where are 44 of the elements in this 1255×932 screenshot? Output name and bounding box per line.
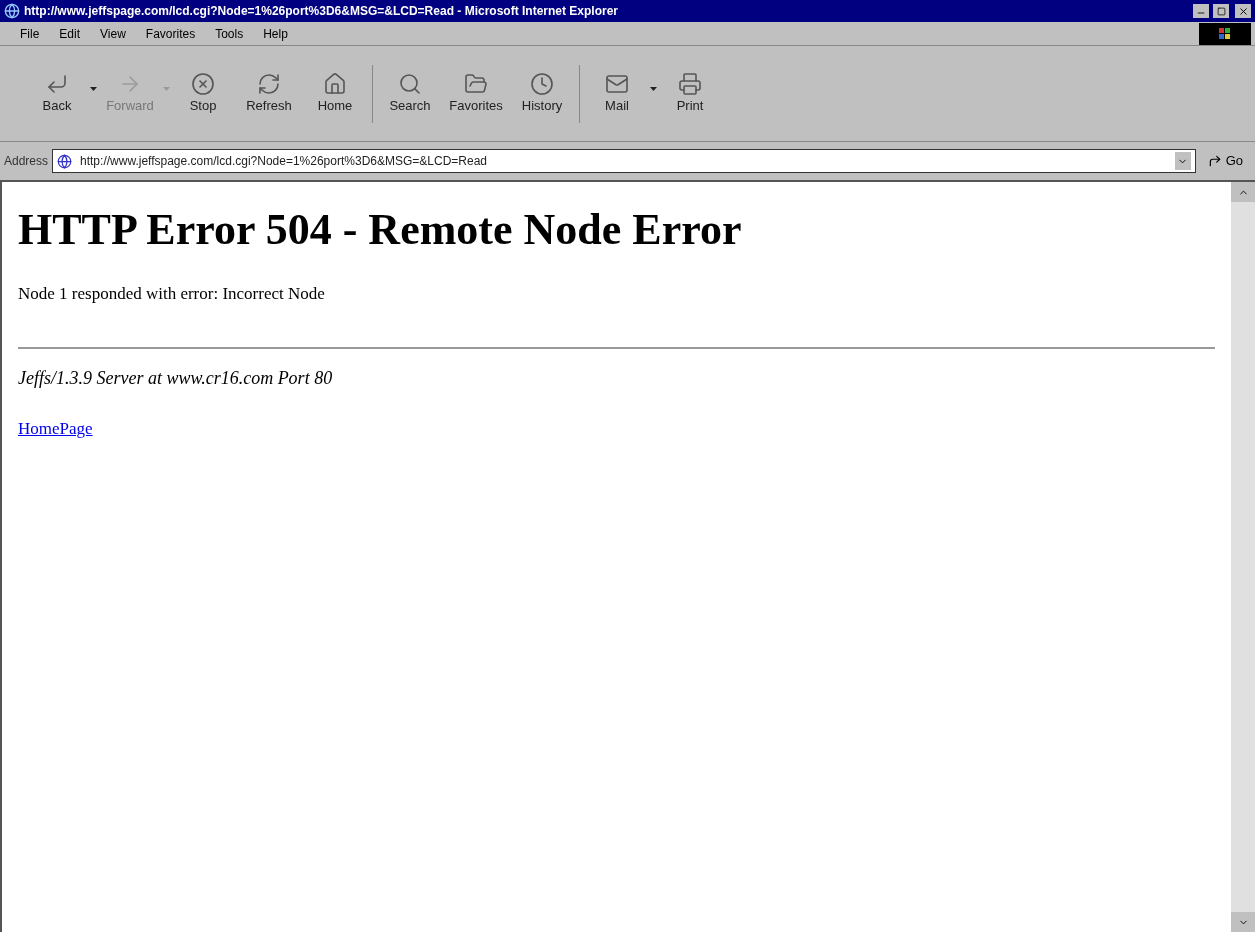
address-label: Address — [4, 153, 49, 170]
browser-icon — [4, 3, 20, 19]
error-heading: HTTP Error 504 - Remote Node Error — [18, 204, 742, 256]
maximize-button[interactable] — [1213, 4, 1229, 18]
windows-logo-icon — [1199, 22, 1251, 45]
close-button[interactable] — [1235, 4, 1251, 18]
server-signature: Jeffs/1.3.9 Server at www.cr16.com Port 80 — [18, 366, 333, 390]
dropdown-arrow-icon[interactable] — [650, 86, 657, 91]
toolbar-button[interactable]: Search — [377, 64, 443, 123]
scrollbar[interactable] — [1231, 182, 1255, 932]
menu-item[interactable]: Tools — [215, 24, 244, 43]
maximize-icon — [1216, 6, 1226, 16]
toolbar-button[interactable]: Mail — [584, 64, 650, 123]
toolbar-button[interactable]: Refresh — [236, 64, 302, 123]
toolbar-button[interactable]: Stop — [170, 64, 236, 123]
dropdown-arrow-icon[interactable] — [90, 86, 97, 91]
menu-item[interactable]: View — [100, 24, 126, 43]
go-button[interactable]: Go — [1199, 151, 1251, 171]
toolbar-button[interactable]: Favorites — [443, 64, 509, 123]
window-title: http://www.jeffspage.com/lcd.cgi?Node=1%26port%3D6&MSG=&LCD=Read - Microsoft Internet Explorer — [24, 3, 619, 20]
toolbar-button[interactable]: Home — [302, 64, 368, 123]
folder-icon — [464, 71, 488, 96]
close-icon — [1237, 5, 1249, 17]
toolbar-button[interactable]: Back — [24, 64, 90, 123]
menu-item[interactable]: Edit — [59, 24, 81, 43]
search-icon — [398, 71, 422, 96]
printer-icon — [678, 71, 702, 96]
dropdown-button[interactable] — [1174, 152, 1191, 170]
minimize-button[interactable] — [1193, 4, 1209, 18]
error-message: Node 1 responded with error: Incorrect Node — [18, 283, 325, 305]
menu-item[interactable]: Favorites — [145, 24, 196, 43]
menu-item[interactable]: File — [20, 24, 40, 43]
address-field[interactable]: http://www.jeffspage.com/lcd.cgi?Node=1%26port%3D6&MSG=&LCD=Read — [52, 149, 1196, 173]
clock-icon — [530, 71, 554, 96]
refresh-icon — [257, 71, 281, 96]
stop-icon — [191, 71, 215, 96]
home-icon — [323, 71, 347, 96]
toolbar-button[interactable]: Print — [657, 64, 723, 123]
page-icon — [57, 153, 73, 169]
toolbar-button[interactable]: History — [509, 64, 575, 123]
homepage-link[interactable]: HomePage — [18, 415, 93, 441]
go-arrow-icon — [1207, 154, 1222, 168]
address-value: http://www.jeffspage.com/lcd.cgi?Node=1%26port%3D6&MSG=&LCD=Read — [80, 153, 489, 170]
menu-item[interactable]: Help — [263, 24, 288, 43]
